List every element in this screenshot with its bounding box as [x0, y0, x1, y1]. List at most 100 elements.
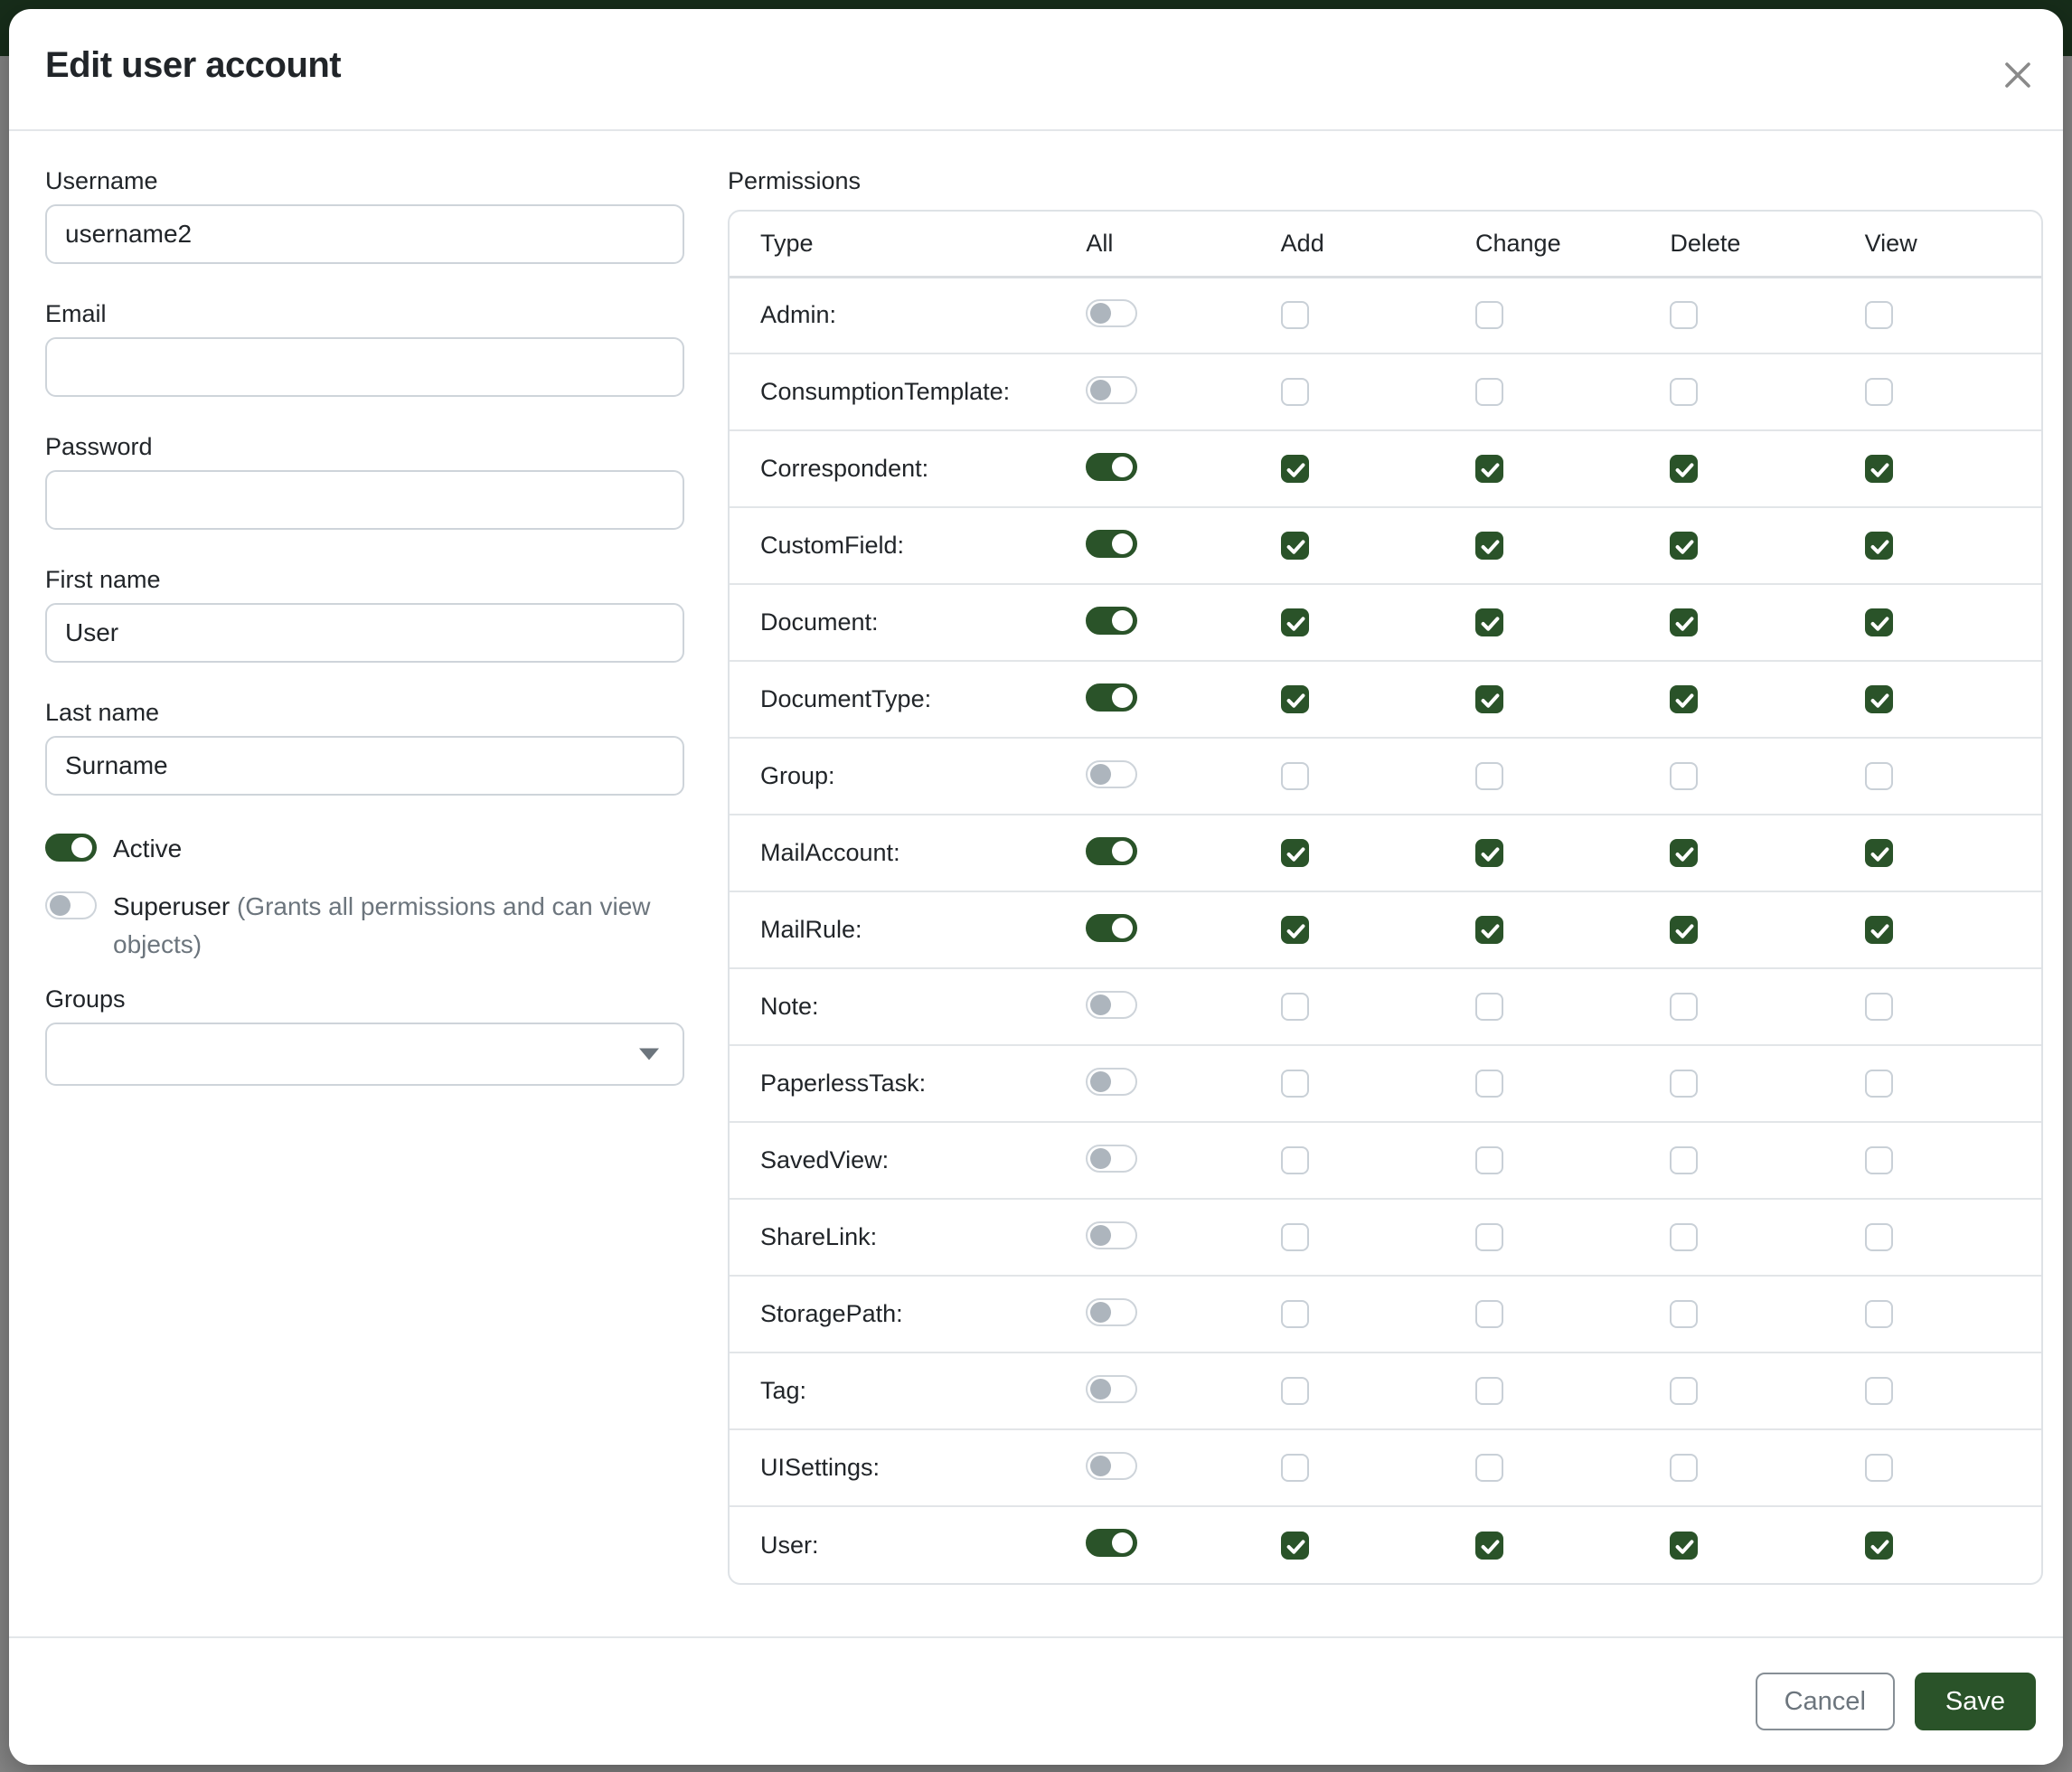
all-toggle[interactable] [1086, 760, 1137, 788]
delete-checkbox[interactable] [1670, 301, 1698, 329]
view-checkbox[interactable] [1865, 1070, 1893, 1098]
all-toggle[interactable] [1086, 1452, 1137, 1480]
view-checkbox[interactable] [1865, 1377, 1893, 1405]
change-checkbox[interactable] [1475, 608, 1503, 636]
delete-checkbox[interactable] [1670, 685, 1698, 713]
add-checkbox[interactable] [1281, 916, 1309, 944]
add-checkbox[interactable] [1281, 685, 1309, 713]
view-checkbox[interactable] [1865, 1300, 1893, 1328]
change-checkbox[interactable] [1475, 762, 1503, 790]
all-toggle[interactable] [1086, 1529, 1137, 1557]
view-checkbox[interactable] [1865, 1223, 1893, 1251]
change-checkbox[interactable] [1475, 1300, 1503, 1328]
check-icon [1868, 688, 1892, 712]
username-input[interactable] [45, 204, 684, 264]
all-toggle[interactable] [1086, 914, 1137, 942]
delete-checkbox[interactable] [1670, 1532, 1698, 1560]
change-checkbox[interactable] [1475, 1223, 1503, 1251]
all-toggle[interactable] [1086, 1221, 1137, 1249]
delete-checkbox[interactable] [1670, 1070, 1698, 1098]
view-checkbox[interactable] [1865, 1532, 1893, 1560]
change-checkbox[interactable] [1475, 993, 1503, 1021]
view-checkbox[interactable] [1865, 839, 1893, 867]
add-checkbox[interactable] [1281, 762, 1309, 790]
add-checkbox[interactable] [1281, 1300, 1309, 1328]
delete-checkbox[interactable] [1670, 762, 1698, 790]
delete-checkbox[interactable] [1670, 916, 1698, 944]
all-toggle[interactable] [1086, 453, 1137, 481]
add-checkbox[interactable] [1281, 378, 1309, 406]
last-name-field[interactable] [45, 736, 684, 796]
password-label: Password [45, 433, 684, 461]
all-toggle[interactable] [1086, 299, 1137, 327]
delete-checkbox[interactable] [1670, 532, 1698, 560]
all-toggle[interactable] [1086, 376, 1137, 404]
view-checkbox[interactable] [1865, 993, 1893, 1021]
add-checkbox[interactable] [1281, 1532, 1309, 1560]
delete-checkbox[interactable] [1670, 1300, 1698, 1328]
view-checkbox[interactable] [1865, 608, 1893, 636]
delete-checkbox[interactable] [1670, 1377, 1698, 1405]
change-checkbox[interactable] [1475, 455, 1503, 483]
delete-checkbox[interactable] [1670, 455, 1698, 483]
view-checkbox[interactable] [1865, 1146, 1893, 1174]
close-icon[interactable] [1998, 56, 2038, 96]
change-checkbox[interactable] [1475, 301, 1503, 329]
superuser-toggle[interactable] [45, 891, 97, 919]
all-toggle[interactable] [1086, 991, 1137, 1019]
delete-checkbox[interactable] [1670, 378, 1698, 406]
add-checkbox[interactable] [1281, 1377, 1309, 1405]
add-checkbox[interactable] [1281, 1223, 1309, 1251]
add-checkbox[interactable] [1281, 455, 1309, 483]
delete-checkbox[interactable] [1670, 1146, 1698, 1174]
change-checkbox[interactable] [1475, 685, 1503, 713]
view-checkbox[interactable] [1865, 532, 1893, 560]
delete-checkbox[interactable] [1670, 1223, 1698, 1251]
email-field[interactable] [45, 337, 684, 397]
all-toggle[interactable] [1086, 683, 1137, 712]
password-field[interactable] [45, 470, 684, 530]
all-toggle[interactable] [1086, 530, 1137, 558]
change-checkbox[interactable] [1475, 1070, 1503, 1098]
all-toggle[interactable] [1086, 1068, 1137, 1096]
change-checkbox[interactable] [1475, 532, 1503, 560]
add-checkbox[interactable] [1281, 1070, 1309, 1098]
change-checkbox[interactable] [1475, 378, 1503, 406]
groups-select[interactable] [45, 1023, 684, 1086]
active-toggle[interactable] [45, 834, 97, 862]
all-toggle[interactable] [1086, 1298, 1137, 1326]
save-button[interactable]: Save [1915, 1673, 2036, 1730]
all-toggle[interactable] [1086, 607, 1137, 635]
cancel-button[interactable]: Cancel [1756, 1673, 1895, 1730]
change-checkbox[interactable] [1475, 1146, 1503, 1174]
add-checkbox[interactable] [1281, 608, 1309, 636]
add-checkbox[interactable] [1281, 839, 1309, 867]
view-checkbox[interactable] [1865, 1454, 1893, 1482]
all-toggle[interactable] [1086, 1375, 1137, 1403]
all-toggle[interactable] [1086, 837, 1137, 865]
view-checkbox[interactable] [1865, 378, 1893, 406]
add-checkbox[interactable] [1281, 301, 1309, 329]
change-checkbox[interactable] [1475, 1377, 1503, 1405]
view-checkbox[interactable] [1865, 301, 1893, 329]
add-checkbox[interactable] [1281, 532, 1309, 560]
add-checkbox[interactable] [1281, 993, 1309, 1021]
all-toggle[interactable] [1086, 1145, 1137, 1173]
permission-row: CustomField: [730, 507, 2041, 584]
view-checkbox[interactable] [1865, 762, 1893, 790]
view-checkbox[interactable] [1865, 685, 1893, 713]
delete-checkbox[interactable] [1670, 839, 1698, 867]
username-label: Username [45, 167, 684, 195]
delete-checkbox[interactable] [1670, 1454, 1698, 1482]
change-checkbox[interactable] [1475, 916, 1503, 944]
first-name-field[interactable] [45, 603, 684, 663]
change-checkbox[interactable] [1475, 1454, 1503, 1482]
change-checkbox[interactable] [1475, 1532, 1503, 1560]
add-checkbox[interactable] [1281, 1454, 1309, 1482]
view-checkbox[interactable] [1865, 916, 1893, 944]
view-checkbox[interactable] [1865, 455, 1893, 483]
delete-checkbox[interactable] [1670, 608, 1698, 636]
change-checkbox[interactable] [1475, 839, 1503, 867]
delete-checkbox[interactable] [1670, 993, 1698, 1021]
add-checkbox[interactable] [1281, 1146, 1309, 1174]
